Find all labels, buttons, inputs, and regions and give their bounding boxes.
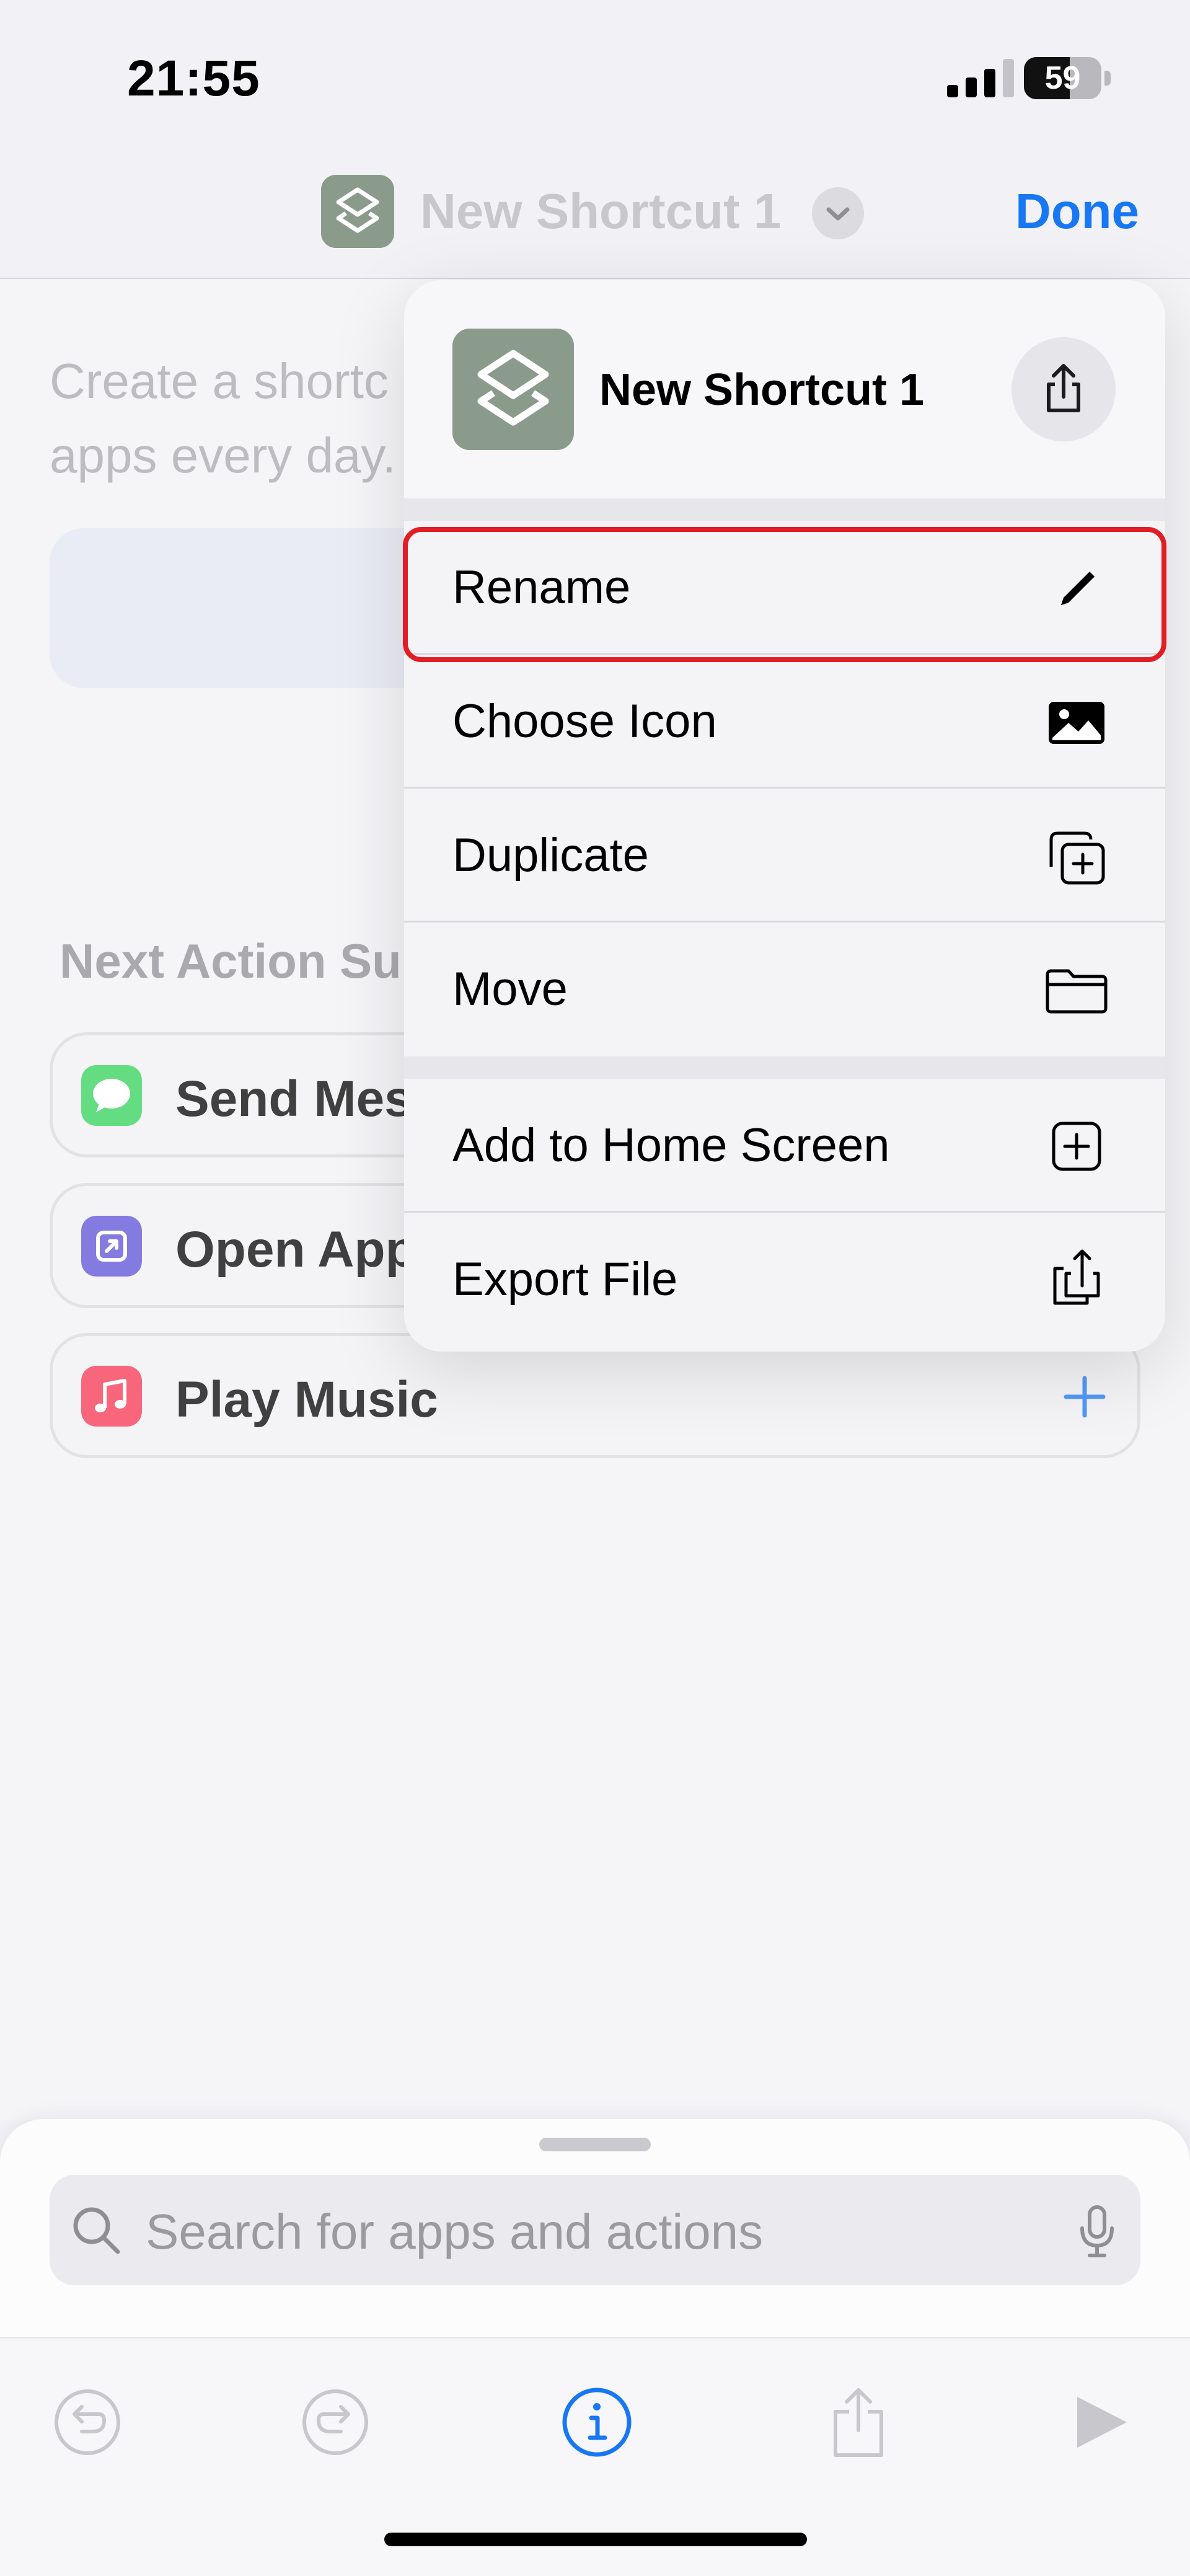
shortcut-icon xyxy=(452,329,574,450)
open-app-icon xyxy=(81,1216,142,1277)
menu-item-label: Export File xyxy=(452,1253,678,1306)
menu-separator xyxy=(404,1056,1165,1079)
menu-item-move[interactable]: Move xyxy=(404,923,1165,1056)
suggestion-play-music[interactable]: Play Music xyxy=(50,1333,1140,1458)
undo-icon[interactable] xyxy=(47,2382,128,2463)
done-button[interactable]: Done xyxy=(1015,183,1139,240)
menu-item-choose-icon[interactable]: Choose Icon xyxy=(404,655,1165,789)
menu-item-label: Add to Home Screen xyxy=(452,1119,890,1172)
menu-item-label: Duplicate xyxy=(452,829,649,882)
duplicate-icon xyxy=(1049,831,1105,885)
cellular-signal-icon xyxy=(947,59,1014,97)
search-input[interactable]: Search for apps and actions xyxy=(50,2175,1140,2285)
status-time: 21:55 xyxy=(127,50,260,107)
menu-item-duplicate[interactable]: Duplicate xyxy=(404,789,1165,923)
menu-item-label: Move xyxy=(452,963,568,1016)
search-placeholder: Search for apps and actions xyxy=(146,2204,764,2259)
suggestion-label: Play Music xyxy=(175,1371,438,1428)
info-icon[interactable] xyxy=(557,2382,637,2463)
messages-icon xyxy=(81,1065,142,1126)
share-icon[interactable] xyxy=(818,2382,899,2463)
next-action-suggestions-title: Next Action Su xyxy=(60,934,402,988)
menu-header: New Shortcut 1 xyxy=(404,280,1165,498)
sheet-grabber[interactable] xyxy=(539,2138,651,2151)
editor-toolbar xyxy=(0,2337,1190,2576)
folder-icon xyxy=(1046,969,1108,1014)
play-icon[interactable] xyxy=(1059,2382,1139,2463)
chevron-down-icon[interactable] xyxy=(812,187,864,239)
suggestion-label: Send Mes xyxy=(175,1071,413,1127)
menu-title: New Shortcut 1 xyxy=(599,365,925,415)
export-file-icon xyxy=(1053,1249,1100,1305)
status-bar: 21:55 59 xyxy=(0,0,1190,149)
menu-item-export-file[interactable]: Export File xyxy=(404,1213,1165,1347)
menu-item-add-to-home-screen[interactable]: Add to Home Screen xyxy=(404,1079,1165,1213)
redo-icon[interactable] xyxy=(295,2382,376,2463)
rename-highlight-box xyxy=(403,527,1166,662)
battery-percent: 59 xyxy=(1044,60,1081,96)
menu-item-label: Choose Icon xyxy=(452,695,717,748)
add-icon[interactable] xyxy=(1054,1366,1116,1428)
shortcuts-app-icon[interactable] xyxy=(321,175,394,248)
share-icon[interactable] xyxy=(1011,337,1116,441)
battery-icon: 59 xyxy=(1024,57,1111,99)
nav-title[interactable]: New Shortcut 1 xyxy=(420,183,781,240)
music-icon xyxy=(81,1366,142,1427)
microphone-icon[interactable] xyxy=(1066,2200,1128,2262)
home-indicator xyxy=(384,2533,807,2546)
shortcut-context-menu: New Shortcut 1 Rename Choose Icon Duplic… xyxy=(404,280,1165,1352)
action-search-sheet: Search for apps and actions xyxy=(0,2119,1190,2576)
suggestion-label: Open App xyxy=(175,1221,416,1278)
menu-separator xyxy=(404,498,1165,521)
photo-icon xyxy=(1049,702,1104,744)
add-square-icon xyxy=(1052,1122,1101,1171)
navigation-bar: New Shortcut 1 Done xyxy=(0,149,1190,279)
search-icon xyxy=(73,2207,120,2254)
